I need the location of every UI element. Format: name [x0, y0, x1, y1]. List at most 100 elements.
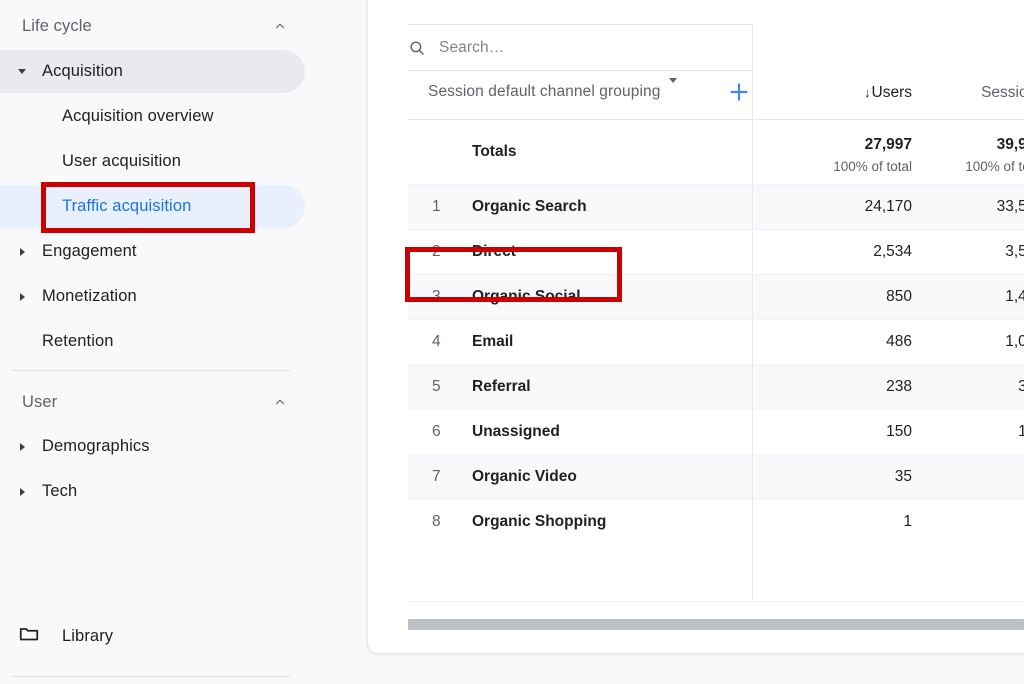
row-users-value: 486: [886, 333, 912, 350]
column-header-users[interactable]: ↓ Users: [864, 84, 912, 102]
column-header-label: Users: [871, 84, 912, 101]
left-navigation-sidebar: Life cycle Acquisition Acquisition overv…: [0, 0, 310, 684]
totals-row: Totals 27,997 100% of total 39,982 100% …: [408, 119, 1024, 184]
table-row[interactable]: 2 Direct 2,534 3,588: [408, 229, 1024, 274]
table-row[interactable]: 6 Unassigned 150 152: [408, 409, 1024, 454]
sidebar-divider-bottom: [12, 676, 290, 677]
row-sessions-value: 344: [1018, 378, 1024, 395]
sidebar-item-acquisition-overview[interactable]: Acquisition overview: [0, 95, 305, 138]
row-dimension-value[interactable]: Unassigned: [472, 423, 560, 441]
sidebar-item-retention[interactable]: Retention: [0, 320, 305, 363]
row-dimension-value[interactable]: Organic Shopping: [472, 513, 606, 531]
sidebar-item-library[interactable]: Library: [0, 613, 305, 659]
sidebar-section-label: User: [22, 392, 58, 411]
column-header-sessions[interactable]: Sessions: [981, 84, 1024, 102]
plus-icon: [727, 80, 751, 109]
row-rank: 7: [432, 468, 441, 485]
arrow-down-icon: ↓: [864, 85, 871, 100]
sidebar-item-engagement[interactable]: Engagement: [0, 230, 305, 273]
sidebar-section-life-cycle[interactable]: Life cycle: [0, 4, 305, 48]
report-table-card: Search… Session default channel grouping…: [368, 0, 1024, 653]
row-users-value: 1: [903, 513, 912, 530]
dimension-label: Session default channel grouping: [428, 83, 661, 100]
sidebar-item-label: Demographics: [42, 437, 150, 455]
row-users-value: 2,534: [873, 243, 912, 260]
sidebar-item-label: Traffic acquisition: [62, 197, 192, 215]
table-bottom-rule: [408, 601, 1024, 602]
sidebar-item-label: Library: [62, 626, 114, 645]
search-input[interactable]: Search…: [408, 39, 504, 57]
column-header-label: Sessions: [981, 84, 1024, 101]
table-row[interactable]: 4 Email 486 1,064: [408, 319, 1024, 364]
table-row[interactable]: 8 Organic Shopping 1 1: [408, 499, 1024, 544]
totals-sessions-subtext: 100% of total: [965, 159, 1024, 174]
row-rank: 8: [432, 513, 441, 530]
table-row[interactable]: 5 Referral 238 344: [408, 364, 1024, 409]
row-dimension-value[interactable]: Referral: [472, 378, 531, 396]
row-users-value: 850: [886, 288, 912, 305]
sidebar-item-traffic-acquisition[interactable]: Traffic acquisition: [0, 185, 305, 228]
table-row[interactable]: 3 Organic Social 850 1,453: [408, 274, 1024, 319]
sidebar-item-tech[interactable]: Tech: [0, 470, 305, 513]
search-icon: [408, 39, 426, 57]
table-row[interactable]: 1 Organic Search 24,170 33,544: [408, 184, 1024, 229]
triangle-right-icon: [8, 292, 36, 301]
row-dimension-value[interactable]: Direct: [472, 243, 516, 261]
row-sessions-value: 1,453: [1005, 288, 1024, 305]
sidebar-section-user[interactable]: User: [0, 380, 305, 424]
sidebar-item-label: User acquisition: [62, 152, 181, 170]
row-users-value: 35: [894, 468, 912, 485]
sidebar-item-label: Retention: [42, 332, 114, 350]
sidebar-item-monetization[interactable]: Monetization: [0, 275, 305, 318]
totals-label: Totals: [472, 143, 517, 160]
table-search-row[interactable]: Search…: [408, 24, 753, 71]
totals-sessions-value: 39,982: [996, 136, 1024, 153]
triangle-right-icon: [8, 487, 36, 496]
row-dimension-value[interactable]: Email: [472, 333, 513, 351]
add-dimension-button[interactable]: [724, 79, 754, 109]
row-sessions-value: 152: [1018, 423, 1024, 440]
row-sessions-value: 1,064: [1005, 333, 1024, 350]
row-dimension-value[interactable]: Organic Video: [472, 468, 577, 486]
totals-sessions-cell: 39,982 100% of total: [965, 136, 1024, 174]
triangle-down-icon: [669, 78, 678, 101]
chevron-up-icon: [273, 19, 287, 33]
totals-users-cell: 27,997 100% of total: [833, 136, 912, 174]
row-users-value: 150: [886, 423, 912, 440]
row-users-value: 238: [886, 378, 912, 395]
sidebar-item-label: Engagement: [42, 242, 137, 260]
row-sessions-value: 33,544: [996, 198, 1024, 215]
triangle-right-icon: [8, 247, 36, 256]
row-dimension-value[interactable]: Organic Social: [472, 288, 581, 306]
sidebar-item-label: Acquisition overview: [62, 107, 214, 125]
horizontal-scrollbar[interactable]: [408, 619, 1024, 630]
triangle-right-icon: [8, 442, 36, 451]
sidebar-divider: [12, 370, 290, 371]
sidebar-item-label: Monetization: [42, 287, 137, 305]
dimension-selector[interactable]: Session default channel grouping: [428, 78, 678, 101]
row-rank: 2: [432, 243, 441, 260]
chevron-up-icon: [273, 395, 287, 409]
row-users-value: 24,170: [864, 198, 912, 215]
column-divider: [752, 24, 753, 600]
sidebar-item-demographics[interactable]: Demographics: [0, 425, 305, 468]
totals-users-subtext: 100% of total: [833, 159, 912, 174]
folder-icon: [18, 623, 40, 650]
traffic-acquisition-table: Search… Session default channel grouping…: [408, 24, 1024, 544]
table-row[interactable]: 7 Organic Video 35 70: [408, 454, 1024, 499]
search-placeholder-text: Search…: [439, 39, 505, 56]
row-rank: 5: [432, 378, 441, 395]
row-rank: 6: [432, 423, 441, 440]
row-rank: 4: [432, 333, 441, 350]
row-dimension-value[interactable]: Organic Search: [472, 198, 587, 216]
row-rank: 1: [432, 198, 441, 215]
sidebar-item-user-acquisition[interactable]: User acquisition: [0, 140, 305, 183]
totals-users-value: 27,997: [864, 136, 912, 153]
row-rank: 3: [432, 288, 441, 305]
row-sessions-value: 3,588: [1005, 243, 1024, 260]
table-header-row: Session default channel grouping ↓ Users …: [408, 71, 1024, 119]
sidebar-section-label: Life cycle: [22, 16, 92, 35]
sidebar-item-label: Acquisition: [42, 62, 123, 80]
sidebar-item-acquisition[interactable]: Acquisition: [0, 50, 305, 93]
triangle-down-icon: [8, 69, 36, 74]
